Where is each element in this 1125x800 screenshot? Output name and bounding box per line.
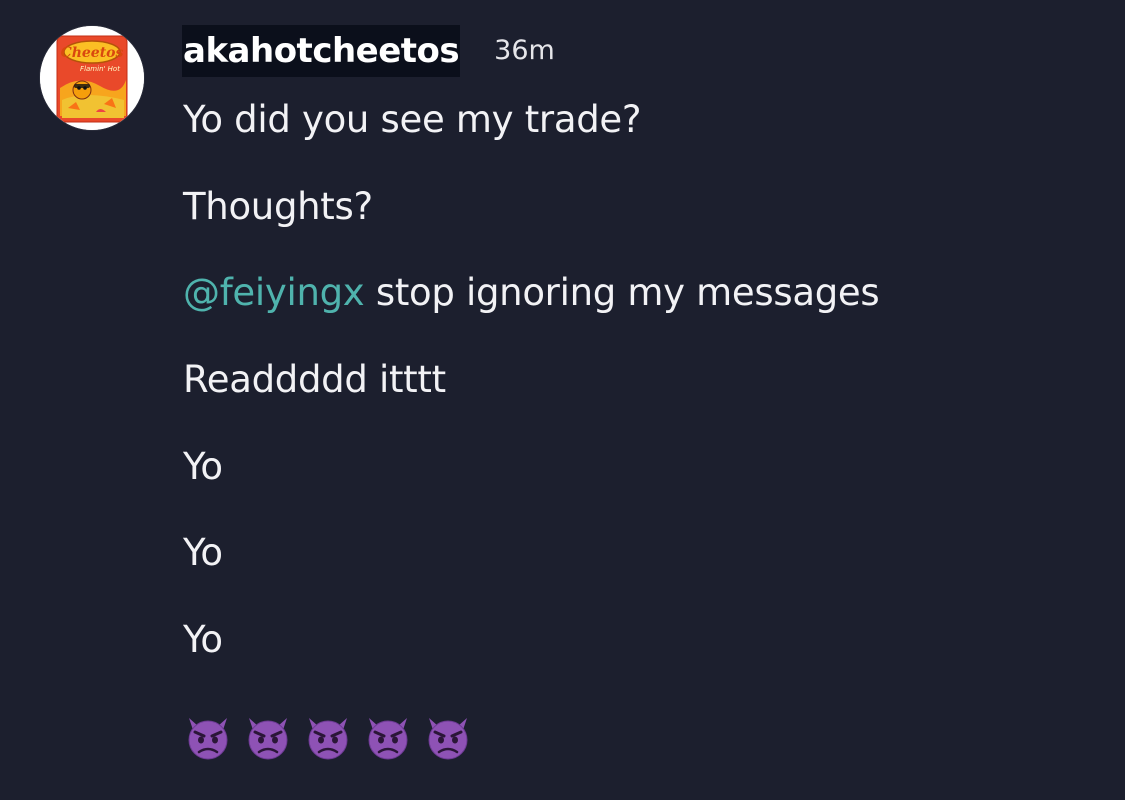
message-text: stop ignoring my messages (364, 271, 880, 314)
message-line: Yo (183, 531, 223, 574)
angry-devil-emoji (428, 718, 468, 760)
avatar-logo-text: Cheetos (61, 45, 124, 61)
avatar-subtitle-text: Flamin' Hot (80, 65, 120, 73)
angry-devil-emoji (188, 718, 228, 760)
username-link[interactable]: akahotcheetos (182, 25, 461, 77)
user-avatar[interactable]: Cheetos Flamin' Hot (40, 26, 144, 130)
angry-devil-emoji (248, 718, 288, 760)
message-line: Thoughts? (183, 185, 373, 228)
message-line: Yo (183, 618, 223, 661)
emoji-line (183, 712, 473, 762)
message-timestamp: 36m (494, 35, 555, 66)
message-header: akahotcheetos 36m (182, 25, 555, 77)
chat-message-group: Cheetos Flamin' Hot akahotcheetos 36m Yo… (0, 0, 1125, 800)
user-mention-link[interactable]: @feiyingx (183, 271, 365, 314)
message-line: Yo did you see my trade? (183, 98, 642, 141)
angry-devil-emoji (368, 718, 408, 760)
message-line: Readdddd itttt (183, 358, 446, 401)
cheetos-bag-icon: Cheetos Flamin' Hot (40, 26, 144, 130)
angry-devil-emoji (308, 718, 348, 760)
message-line-with-mention: @feiyingx stop ignoring my messages (183, 269, 880, 317)
message-line: Yo (183, 445, 223, 488)
